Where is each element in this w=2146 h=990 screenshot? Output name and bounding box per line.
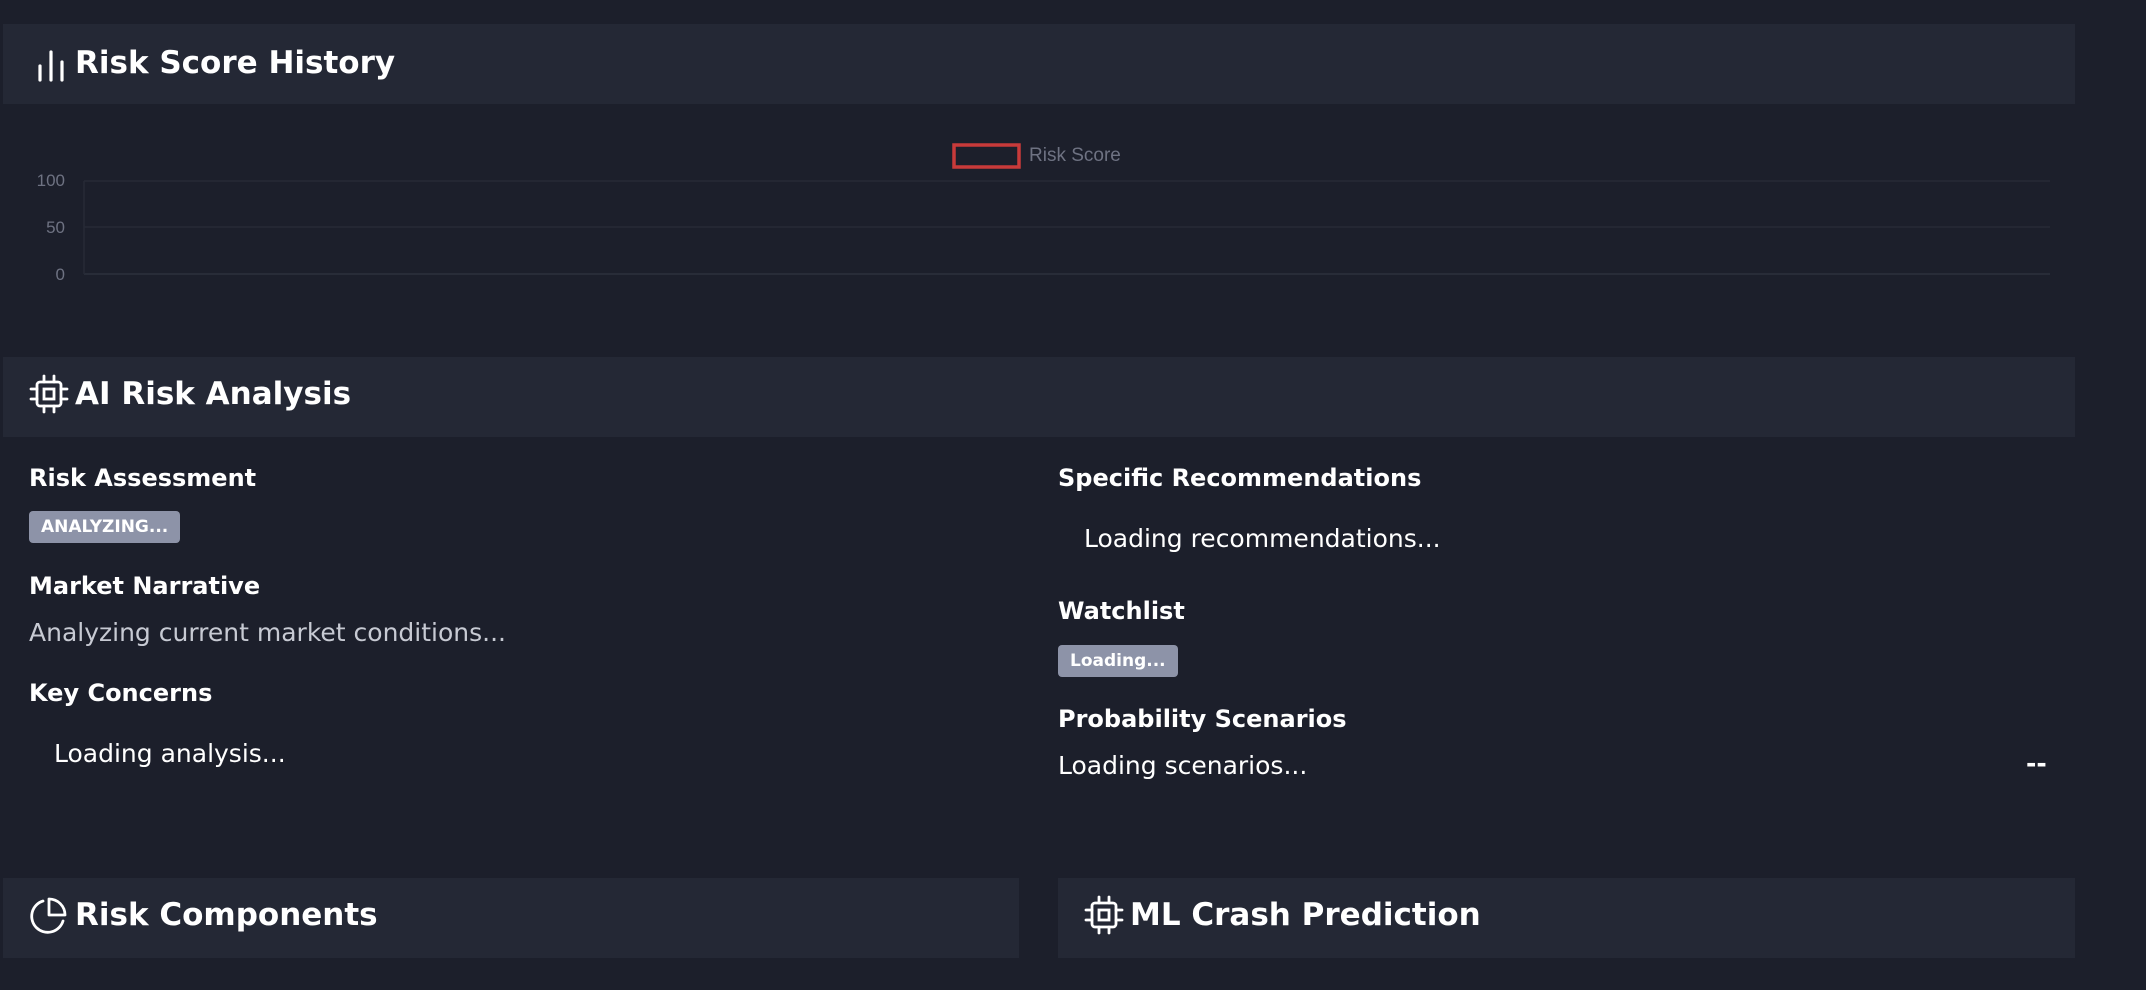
- pie-chart-icon: [30, 897, 67, 934]
- chart-grid: [83, 180, 2050, 275]
- risk-history-header: Risk Score History: [3, 24, 2075, 104]
- market-narrative-label: Market Narrative: [29, 572, 261, 600]
- ml-crash-header: ML Crash Prediction: [1058, 878, 2075, 958]
- cpu-icon: [29, 374, 69, 414]
- cpu-icon: [1084, 895, 1124, 935]
- scenarios-label: Probability Scenarios: [1058, 705, 1347, 733]
- recommendations-text: Loading recommendations...: [1084, 524, 1441, 553]
- risk-assessment-badge: ANALYZING...: [29, 511, 181, 543]
- risk-history-title: Risk Score History: [75, 45, 396, 81]
- y-tick-label: 100: [36, 171, 65, 190]
- y-tick-label: 50: [46, 218, 65, 237]
- risk-components-header: Risk Components: [3, 878, 1019, 958]
- legend-label[interactable]: Risk Score: [1029, 146, 1121, 165]
- bar-chart-icon: [38, 50, 64, 82]
- ai-analysis-header: AI Risk Analysis: [3, 357, 2075, 437]
- risk-assessment-label: Risk Assessment: [29, 464, 257, 492]
- ml-crash-title: ML Crash Prediction: [1130, 897, 1481, 933]
- recommendations-label: Specific Recommendations: [1058, 464, 1422, 492]
- key-concerns-label: Key Concerns: [29, 679, 213, 707]
- risk-components-title: Risk Components: [75, 897, 378, 933]
- watchlist-label: Watchlist: [1058, 597, 1185, 625]
- watchlist-badge: Loading...: [1058, 645, 1178, 677]
- y-tick-label: 0: [55, 265, 65, 284]
- key-concerns-text: Loading analysis...: [54, 739, 286, 768]
- ai-analysis-title: AI Risk Analysis: [75, 376, 352, 412]
- market-narrative-text: Analyzing current market conditions...: [29, 618, 506, 647]
- scenarios-text: Loading scenarios...: [1058, 751, 1308, 780]
- scenarios-value: --: [2026, 749, 2047, 778]
- legend-swatch[interactable]: [952, 143, 1021, 169]
